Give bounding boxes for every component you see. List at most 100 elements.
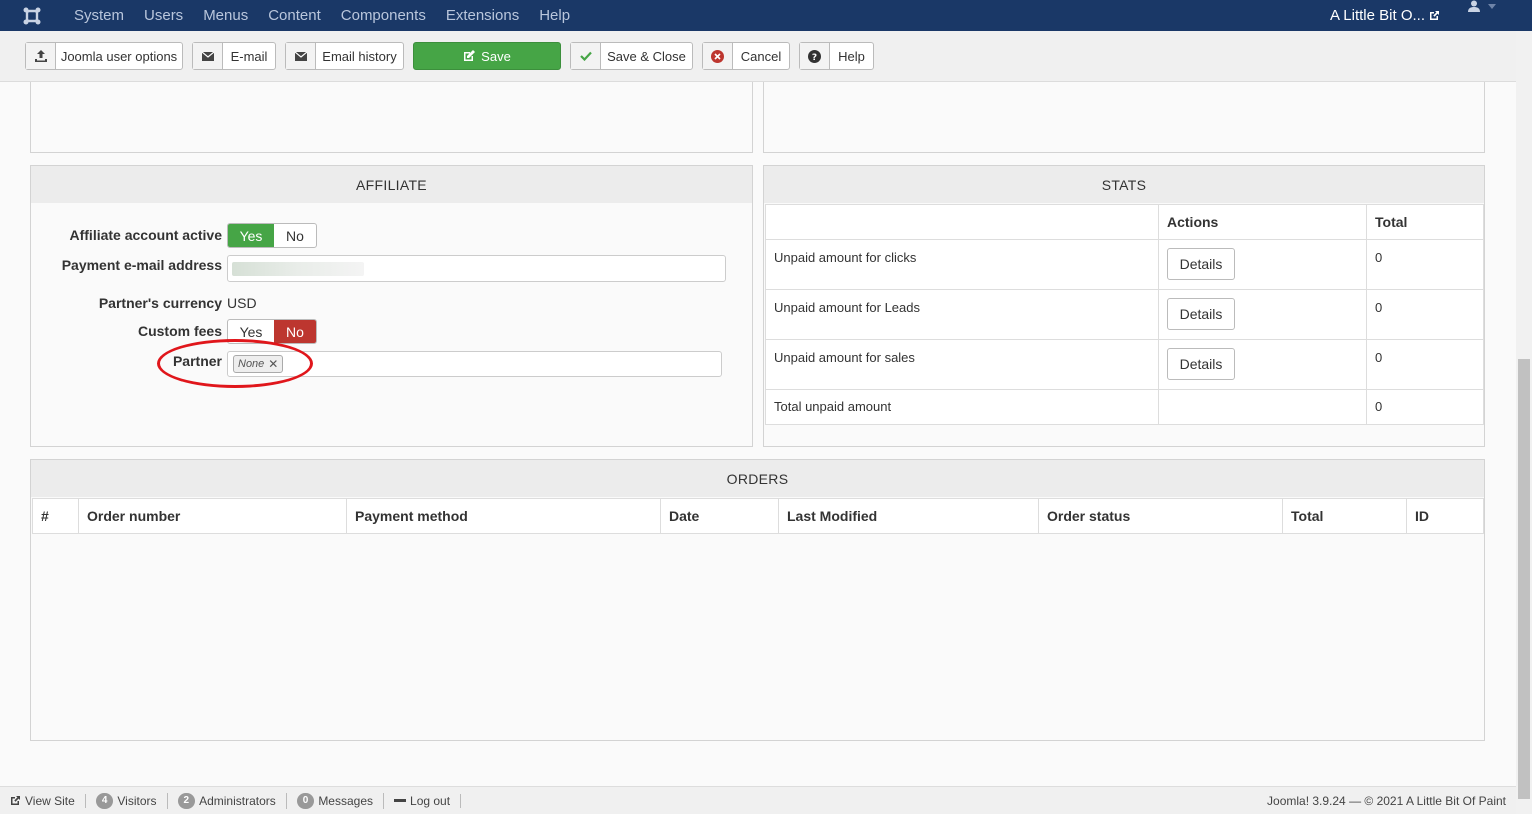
user-menu[interactable] [1468, 0, 1496, 12]
upper-left-panel [30, 82, 753, 153]
orders-header-date[interactable]: Date [660, 498, 779, 534]
view-site-label: View Site [25, 793, 75, 808]
joomla-user-options-label: Joomla user options [60, 48, 178, 64]
details-button[interactable]: Details [1167, 348, 1235, 380]
version-copyright: Joomla! 3.9.24 — © 2021 A Little Bit Of … [1267, 794, 1506, 808]
affiliate-title: AFFILIATE [31, 166, 752, 203]
table-row: Unpaid amount for clicks Details 0 [765, 239, 1484, 290]
cancel-label: Cancel [740, 48, 782, 64]
stats-row-label: Total unpaid amount [765, 389, 1159, 425]
stats-title: STATS [764, 166, 1484, 203]
menu-components[interactable]: Components [331, 0, 436, 31]
external-link-icon [11, 796, 20, 805]
redacted-email [232, 262, 364, 276]
affiliate-active-yes[interactable]: Yes [228, 224, 274, 247]
table-row: Total unpaid amount 0 [765, 389, 1484, 425]
svg-text:?: ? [812, 53, 817, 63]
menu-system[interactable]: System [64, 0, 134, 31]
stats-row-total: 0 [1366, 339, 1484, 390]
currency-value: USD [227, 295, 257, 311]
orders-header-row: # Order number Payment method Date Last … [32, 498, 1484, 534]
administrators-badge: 2 [177, 792, 196, 809]
table-row: Unpaid amount for Leads Details 0 [765, 289, 1484, 340]
cancel-icon [703, 43, 733, 69]
logout-link[interactable]: Log out [384, 793, 462, 808]
upper-right-panel [763, 82, 1485, 153]
toolbar: Joomla user options E-mail Email history… [0, 31, 1516, 82]
orders-header-order-number[interactable]: Order number [78, 498, 347, 534]
orders-panel: ORDERS # Order number Payment method Dat… [30, 459, 1485, 741]
details-button[interactable]: Details [1167, 298, 1235, 330]
page-scrollbar[interactable] [1516, 31, 1532, 814]
orders-header-last-modified[interactable]: Last Modified [778, 498, 1039, 534]
status-bar: View Site 4 Visitors 2 Administrators 0 … [0, 786, 1516, 814]
stats-header-actions: Actions [1158, 204, 1367, 240]
currency-label: Partner's currency [98, 295, 222, 311]
administrators-label: Administrators [199, 793, 276, 808]
custom-fees-label: Custom fees [137, 323, 222, 339]
stats-row-label: Unpaid amount for sales [765, 339, 1159, 390]
email-history-button[interactable]: Email history [285, 42, 404, 70]
question-icon: ? [800, 43, 830, 69]
orders-title: ORDERS [31, 460, 1484, 497]
menu-content[interactable]: Content [258, 0, 331, 31]
stats-row-total: 0 [1366, 289, 1484, 340]
orders-header-id[interactable]: ID [1406, 498, 1484, 534]
site-link[interactable]: A Little Bit O... [1330, 0, 1440, 31]
highlight-ellipse [157, 339, 313, 388]
messages-label: Messages [318, 793, 374, 808]
site-name: A Little Bit O... [1329, 7, 1425, 24]
stats-header-row: Actions Total [765, 204, 1484, 240]
stats-header-label [765, 204, 1159, 240]
messages-badge: 0 [296, 792, 315, 809]
administrators-link[interactable]: 2 Administrators [168, 792, 287, 809]
joomla-logo-icon[interactable] [0, 0, 64, 31]
cancel-button[interactable]: Cancel [702, 42, 790, 70]
orders-header-number-sign[interactable]: # [32, 498, 79, 534]
external-link-icon [1430, 11, 1439, 20]
logout-label: Log out [410, 793, 451, 808]
help-label: Help [838, 48, 865, 64]
orders-header-payment-method[interactable]: Payment method [346, 498, 661, 534]
orders-header-order-status[interactable]: Order status [1038, 498, 1283, 534]
menu-users[interactable]: Users [134, 0, 193, 31]
affiliate-panel: AFFILIATE Affiliate account active Yes N… [30, 165, 753, 447]
check-icon [571, 43, 601, 69]
help-button[interactable]: ? Help [799, 42, 874, 70]
messages-link[interactable]: 0 Messages [287, 792, 385, 809]
payment-email-input[interactable] [227, 255, 726, 282]
joomla-user-options-button[interactable]: Joomla user options [25, 42, 183, 70]
scrollbar-thumb[interactable] [1518, 359, 1530, 799]
email-label: E-mail [230, 48, 268, 64]
visitors-link[interactable]: 4 Visitors [86, 792, 168, 809]
affiliate-active-no[interactable]: No [274, 224, 316, 247]
details-button[interactable]: Details [1167, 248, 1235, 280]
menu-help[interactable]: Help [529, 0, 580, 31]
email-button[interactable]: E-mail [192, 42, 276, 70]
visitors-badge: 4 [95, 792, 114, 809]
caret-down-icon [1488, 3, 1496, 9]
save-label: Save [481, 48, 511, 64]
stats-table: Actions Total Unpaid amount for clicks D… [765, 204, 1484, 425]
stats-row-label: Unpaid amount for clicks [765, 239, 1159, 290]
orders-header-total[interactable]: Total [1282, 498, 1407, 534]
menu-extensions[interactable]: Extensions [436, 0, 529, 31]
envelope-icon [286, 43, 316, 69]
email-history-label: Email history [322, 48, 397, 64]
user-icon [1468, 0, 1480, 12]
envelope-icon [193, 43, 223, 69]
view-site-link[interactable]: View Site [0, 793, 86, 808]
top-navbar: System Users Menus Content Components Ex… [0, 0, 1532, 31]
custom-fees-no[interactable]: No [274, 320, 316, 343]
save-button[interactable]: Save [413, 42, 561, 70]
stats-row-total: 0 [1366, 239, 1484, 290]
affiliate-active-toggle: Yes No [227, 223, 317, 248]
minus-icon [394, 799, 407, 802]
stats-row-action [1158, 389, 1367, 425]
stats-row-total: 0 [1366, 389, 1484, 425]
table-row: Unpaid amount for sales Details 0 [765, 339, 1484, 390]
stats-header-total: Total [1366, 204, 1484, 240]
stats-panel: STATS Actions Total Unpaid amount for cl… [763, 165, 1485, 447]
menu-menus[interactable]: Menus [193, 0, 258, 31]
save-close-button[interactable]: Save & Close [570, 42, 693, 70]
